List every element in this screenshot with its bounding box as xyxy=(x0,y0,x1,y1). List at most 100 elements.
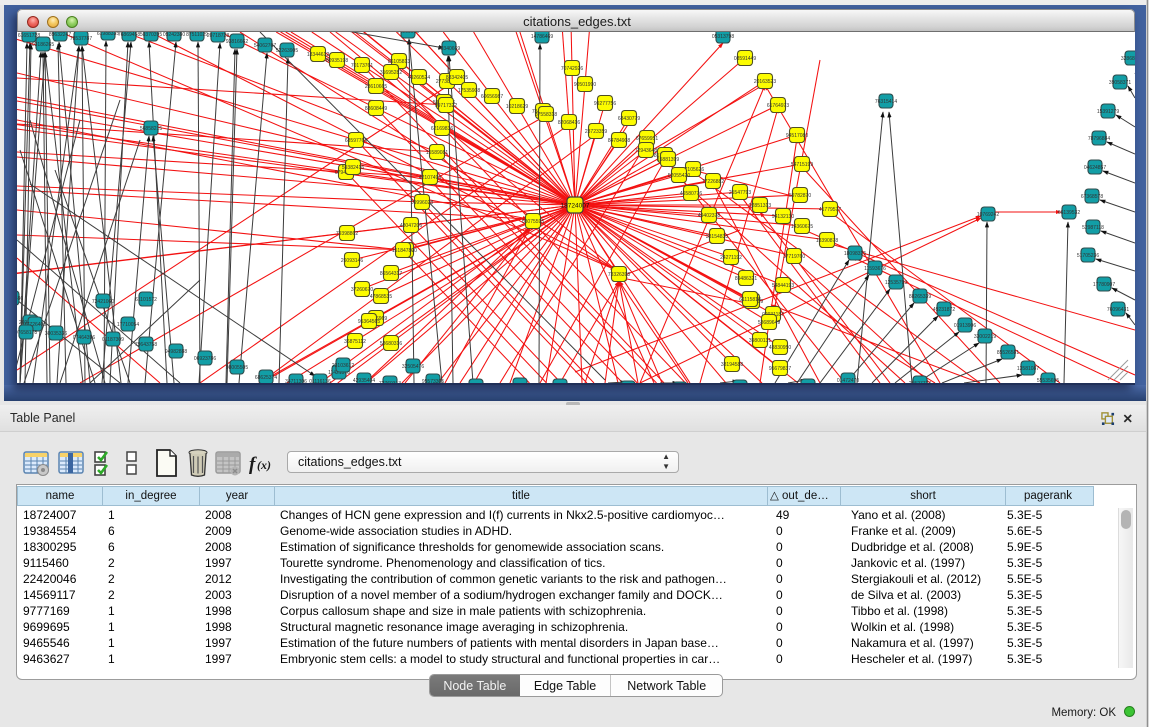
svg-text:01913906: 01913906 xyxy=(954,323,976,329)
svg-text:15184780: 15184780 xyxy=(392,248,414,254)
svg-text:48047206: 48047206 xyxy=(400,223,422,229)
svg-text:39058371: 39058371 xyxy=(1109,80,1131,86)
svg-text:79643758: 79643758 xyxy=(135,342,157,348)
svg-text:61988335: 61988335 xyxy=(97,32,119,37)
svg-text:94982888: 94982888 xyxy=(165,349,187,355)
svg-text:18724007: 18724007 xyxy=(561,203,590,210)
svg-text:26093146: 26093146 xyxy=(341,258,363,264)
svg-text:61115818: 61115818 xyxy=(739,297,761,303)
svg-text:15589081: 15589081 xyxy=(426,150,448,156)
svg-text:76096431: 76096431 xyxy=(1107,307,1129,313)
svg-text:06923786: 06923786 xyxy=(194,356,216,362)
svg-text:52055420: 52055420 xyxy=(668,173,690,179)
svg-text:67368578: 67368578 xyxy=(1081,194,1103,200)
svg-text:76315414: 76315414 xyxy=(875,99,897,105)
svg-text:95573305: 95573305 xyxy=(422,379,444,383)
svg-text:17710054: 17710054 xyxy=(117,322,139,328)
svg-text:25547793: 25547793 xyxy=(729,190,751,196)
svg-text:(x): (x) xyxy=(257,458,271,472)
svg-text:95679837: 95679837 xyxy=(769,366,791,372)
svg-text:38154833: 38154833 xyxy=(706,234,728,240)
svg-text:37260670: 37260670 xyxy=(351,287,373,293)
svg-text:68430779: 68430779 xyxy=(618,116,640,122)
svg-text:87511029: 87511029 xyxy=(186,32,208,38)
svg-text:82068416: 82068416 xyxy=(558,120,580,126)
svg-text:12535793: 12535793 xyxy=(885,280,907,286)
svg-text:73326398: 73326398 xyxy=(608,272,630,278)
svg-text:18390878: 18390878 xyxy=(816,238,838,244)
svg-text:46580776: 46580776 xyxy=(680,191,702,197)
svg-text:32505476: 32505476 xyxy=(402,364,424,370)
svg-text:99277756: 99277756 xyxy=(594,101,616,107)
svg-text:17780907: 17780907 xyxy=(1093,282,1115,288)
svg-text:88608449: 88608449 xyxy=(365,106,387,112)
svg-text:20163523: 20163523 xyxy=(754,79,776,85)
svg-text:21527734: 21527734 xyxy=(909,381,931,383)
svg-text:94517080: 94517080 xyxy=(786,133,808,139)
svg-text:10218629: 10218629 xyxy=(506,104,528,110)
svg-text:50370395: 50370395 xyxy=(140,32,162,38)
svg-text:42107499: 42107499 xyxy=(419,175,441,181)
svg-text:05313798: 05313798 xyxy=(712,34,734,40)
svg-text:68625374: 68625374 xyxy=(255,375,277,381)
svg-text:93816662: 93816662 xyxy=(226,39,248,45)
svg-text:67659951: 67659951 xyxy=(636,136,658,142)
svg-text:41779577: 41779577 xyxy=(819,207,841,213)
svg-text:90501990: 90501990 xyxy=(574,82,596,88)
svg-text:03186265: 03186265 xyxy=(32,42,54,48)
svg-text:14786469: 14786469 xyxy=(531,34,553,40)
svg-text:85526581: 85526581 xyxy=(997,350,1019,356)
svg-text:72421060: 72421060 xyxy=(92,299,114,305)
svg-text:94132130: 94132130 xyxy=(772,214,794,220)
svg-text:36875112: 36875112 xyxy=(344,339,366,345)
svg-text:22851313: 22851313 xyxy=(749,203,771,209)
svg-text:23103612: 23103612 xyxy=(332,363,354,369)
svg-text:59382416: 59382416 xyxy=(342,165,364,171)
svg-text:95364565: 95364565 xyxy=(358,319,380,325)
svg-text:30035336: 30035336 xyxy=(45,331,67,337)
svg-text:74299060: 74299060 xyxy=(397,32,419,35)
svg-text:61764973: 61764973 xyxy=(767,103,789,109)
svg-text:01116136: 01116136 xyxy=(309,379,331,383)
svg-text:49231872: 49231872 xyxy=(933,307,955,313)
svg-text:43830950: 43830950 xyxy=(769,345,791,351)
svg-text:79398862: 79398862 xyxy=(336,231,358,237)
svg-text:78537787: 78537787 xyxy=(70,36,92,42)
svg-text:59782870: 59782870 xyxy=(789,193,811,199)
svg-text:03075595: 03075595 xyxy=(522,219,544,225)
svg-text:13581087: 13581087 xyxy=(1017,366,1039,372)
svg-text:15881399: 15881399 xyxy=(657,157,679,163)
svg-text:66139532: 66139532 xyxy=(1058,210,1080,216)
svg-text:76869458: 76869458 xyxy=(118,32,140,38)
svg-text:72760313: 72760313 xyxy=(379,381,401,383)
svg-text:34711306: 34711306 xyxy=(285,379,307,383)
svg-text:07464396: 07464396 xyxy=(73,335,95,341)
svg-text:17535908: 17535908 xyxy=(458,88,480,94)
svg-text:89632247: 89632247 xyxy=(49,32,71,38)
svg-text:14360675: 14360675 xyxy=(791,224,813,230)
svg-text:60656987: 60656987 xyxy=(481,94,503,100)
svg-text:01472470: 01472470 xyxy=(837,378,859,383)
svg-text:08591449: 08591449 xyxy=(734,56,756,62)
svg-text:04624857: 04624857 xyxy=(1084,165,1106,171)
svg-text:49402378: 49402378 xyxy=(698,213,720,219)
svg-text:61101572: 61101572 xyxy=(135,297,157,303)
svg-text:98005505: 98005505 xyxy=(226,365,248,371)
svg-text:78796884: 78796884 xyxy=(1088,136,1110,142)
svg-text:37558318: 37558318 xyxy=(535,112,557,118)
svg-text:47868535: 47868535 xyxy=(370,294,392,300)
svg-text:15391279: 15391279 xyxy=(1097,109,1119,115)
svg-text:28610665: 28610665 xyxy=(365,84,387,90)
svg-text:f: f xyxy=(249,454,257,475)
svg-text:49260524: 49260524 xyxy=(408,75,430,81)
svg-text:33002219: 33002219 xyxy=(974,334,996,340)
svg-text:86564317: 86564317 xyxy=(380,271,402,277)
svg-text:39800131: 39800131 xyxy=(749,338,771,344)
svg-text:77226882: 77226882 xyxy=(702,179,724,185)
svg-text:52263905: 52263905 xyxy=(276,48,298,54)
svg-text:11593676: 11593676 xyxy=(864,266,886,272)
svg-text:32868993: 32868993 xyxy=(1121,56,1135,62)
svg-text:23723359: 23723359 xyxy=(585,129,607,135)
svg-text:88342405: 88342405 xyxy=(446,75,468,81)
svg-text:62169836: 62169836 xyxy=(431,126,453,132)
